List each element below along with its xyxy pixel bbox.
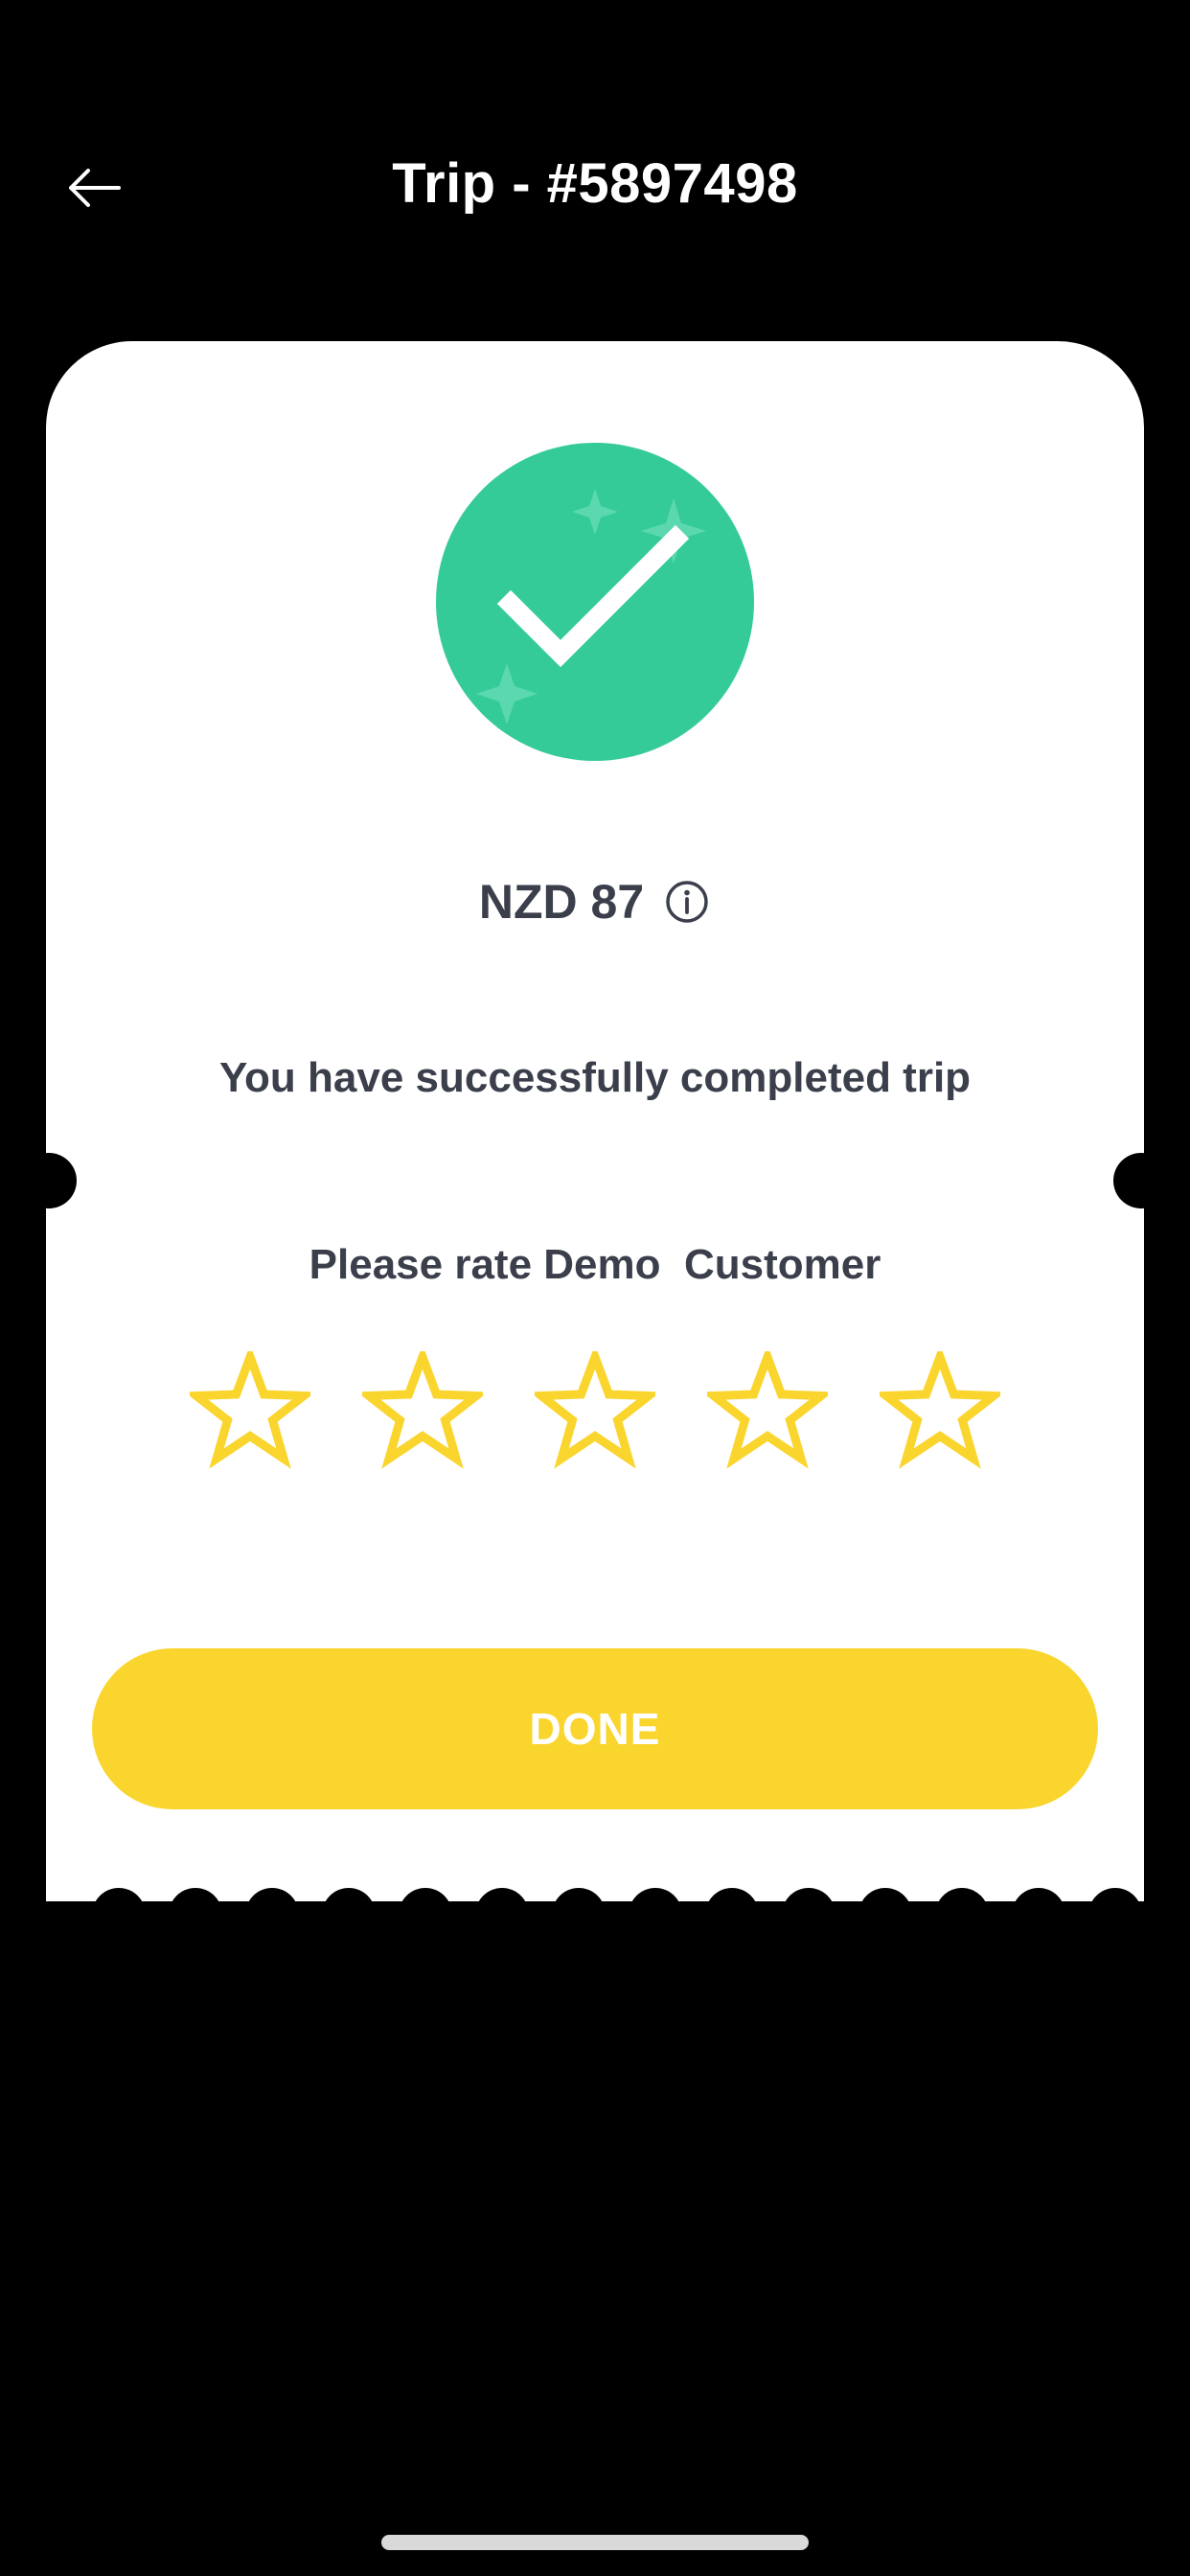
fare-amount: NZD 87: [478, 875, 645, 929]
ticket-scallop: [1012, 1888, 1065, 1926]
home-indicator[interactable]: [381, 2535, 809, 2550]
ticket-scallop: [629, 1888, 682, 1926]
rating-prompt: Please rate Demo Customer: [309, 1241, 881, 1288]
page-title: Trip - #5897498: [392, 152, 798, 215]
info-icon[interactable]: [663, 878, 711, 926]
ticket-scallop-edge: [46, 1888, 1144, 1926]
star-2-icon[interactable]: [362, 1351, 483, 1471]
done-button[interactable]: DONE: [92, 1648, 1098, 1809]
ticket-scallop: [705, 1888, 759, 1926]
fare-row: NZD 87: [0, 874, 1190, 930]
ticket-scallop: [475, 1888, 529, 1926]
star-3-icon[interactable]: [535, 1351, 655, 1471]
ticket-scallop: [245, 1888, 299, 1926]
star-5-icon[interactable]: [880, 1351, 1000, 1471]
star-4-icon[interactable]: [707, 1351, 828, 1471]
completion-message: You have successfully completed trip: [218, 1054, 972, 1101]
ticket-scallop: [322, 1888, 376, 1926]
ticket-scallop: [552, 1888, 606, 1926]
star-rating: [190, 1351, 1000, 1471]
ticket-scallop: [1088, 1888, 1142, 1926]
header: Trip - #5897498: [0, 0, 1190, 316]
ticket-scallop: [169, 1888, 222, 1926]
ticket-scallop: [935, 1888, 989, 1926]
ticket-notch-left: [21, 1153, 77, 1208]
ticket-scallop: [92, 1888, 146, 1926]
ticket-scallop: [782, 1888, 835, 1926]
success-check-icon: [436, 443, 754, 761]
star-1-icon[interactable]: [190, 1351, 310, 1471]
ticket-scallop: [399, 1888, 452, 1926]
ticket-scallop: [858, 1888, 912, 1926]
ticket-notch-right: [1113, 1153, 1169, 1208]
